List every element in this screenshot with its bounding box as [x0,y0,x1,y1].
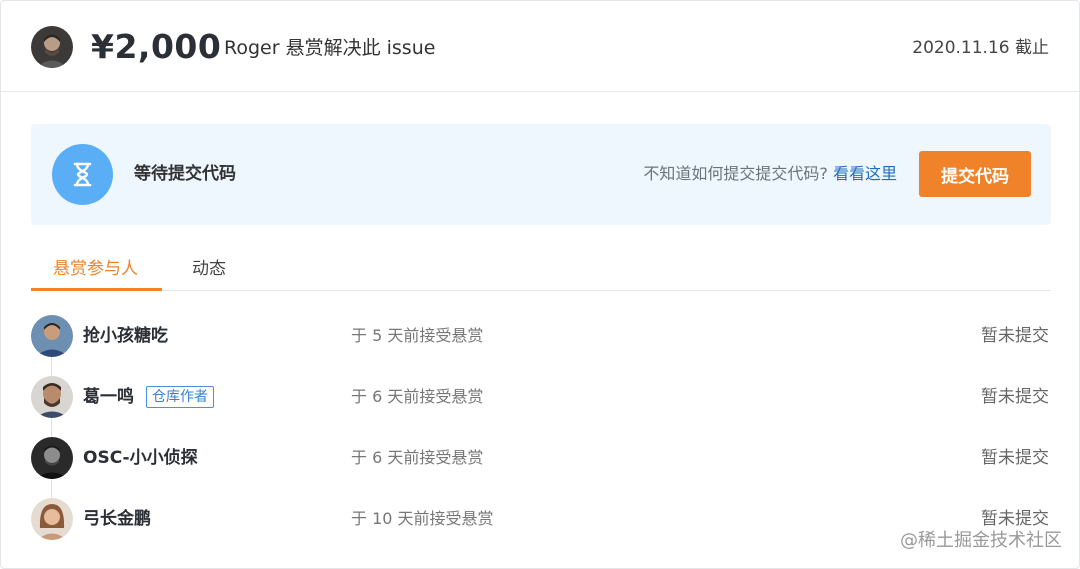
status-icon-circle [52,144,113,205]
user-avatar-icon [31,26,73,68]
participant-status: 暂未提交 [981,509,1049,529]
participant-status: 暂未提交 [981,326,1049,346]
participant-avatar[interactable] [31,498,73,540]
participant-accepted-time: 于 6 天前接受悬赏 [351,387,484,406]
participant-avatar[interactable] [31,437,73,479]
submit-help-link[interactable]: 看看这里 [833,164,897,183]
bounty-amount: ¥2,000 [91,27,222,66]
user-avatar-icon [31,498,73,540]
bounty-title: Roger 悬赏解决此 issue [224,37,436,59]
participant-name[interactable]: OSC-小小侦探 [83,447,198,469]
submit-help: 不知道如何提交提交代码? 看看这里 [643,163,897,185]
participant-name[interactable]: 弓长金鹏 [83,508,151,530]
submit-help-text: 不知道如何提交提交代码? [643,164,828,183]
participant-row: 葛一鸣 仓库作者 于 6 天前接受悬赏 暂未提交 [1,376,1080,420]
participant-avatar[interactable] [31,315,73,357]
participant-row: OSC-小小侦探 于 6 天前接受悬赏 暂未提交 [1,437,1080,481]
participant-status: 暂未提交 [981,387,1049,407]
participant-row: 抢小孩糖吃 于 5 天前接受悬赏 暂未提交 [1,315,1080,359]
hourglass-icon [73,162,92,187]
participant-name[interactable]: 葛一鸣 [83,386,134,408]
participant-accepted-time: 于 10 天前接受悬赏 [351,509,494,528]
user-avatar-icon [31,315,73,357]
user-avatar-icon [31,437,73,479]
tab-active-indicator [31,288,162,291]
watermark: @稀土掘金技术社区 [900,530,1062,551]
bounty-deadline: 2020.11.16 截止 [912,38,1049,58]
participant-name[interactable]: 抢小孩糖吃 [83,325,168,347]
user-avatar-icon [31,376,73,418]
status-panel: 等待提交代码 不知道如何提交提交代码? 看看这里 提交代码 [31,124,1051,225]
status-text: 等待提交代码 [134,164,236,184]
submit-code-button[interactable]: 提交代码 [919,151,1031,197]
participant-status: 暂未提交 [981,448,1049,468]
bounty-header: ¥2,000 Roger 悬赏解决此 issue 2020.11.16 截止 [1,1,1079,92]
tab-bar: 悬赏参与人 动态 [31,246,1051,291]
timeline-line [51,351,52,511]
participant-accepted-time: 于 5 天前接受悬赏 [351,326,484,345]
participant-avatar[interactable] [31,376,73,418]
owner-avatar[interactable] [31,26,73,68]
tab-participants[interactable]: 悬赏参与人 [53,258,138,280]
repo-author-badge: 仓库作者 [146,386,214,408]
tab-activity[interactable]: 动态 [192,258,226,280]
participant-accepted-time: 于 6 天前接受悬赏 [351,448,484,467]
bounty-card: ¥2,000 Roger 悬赏解决此 issue 2020.11.16 截止 等… [0,0,1080,569]
